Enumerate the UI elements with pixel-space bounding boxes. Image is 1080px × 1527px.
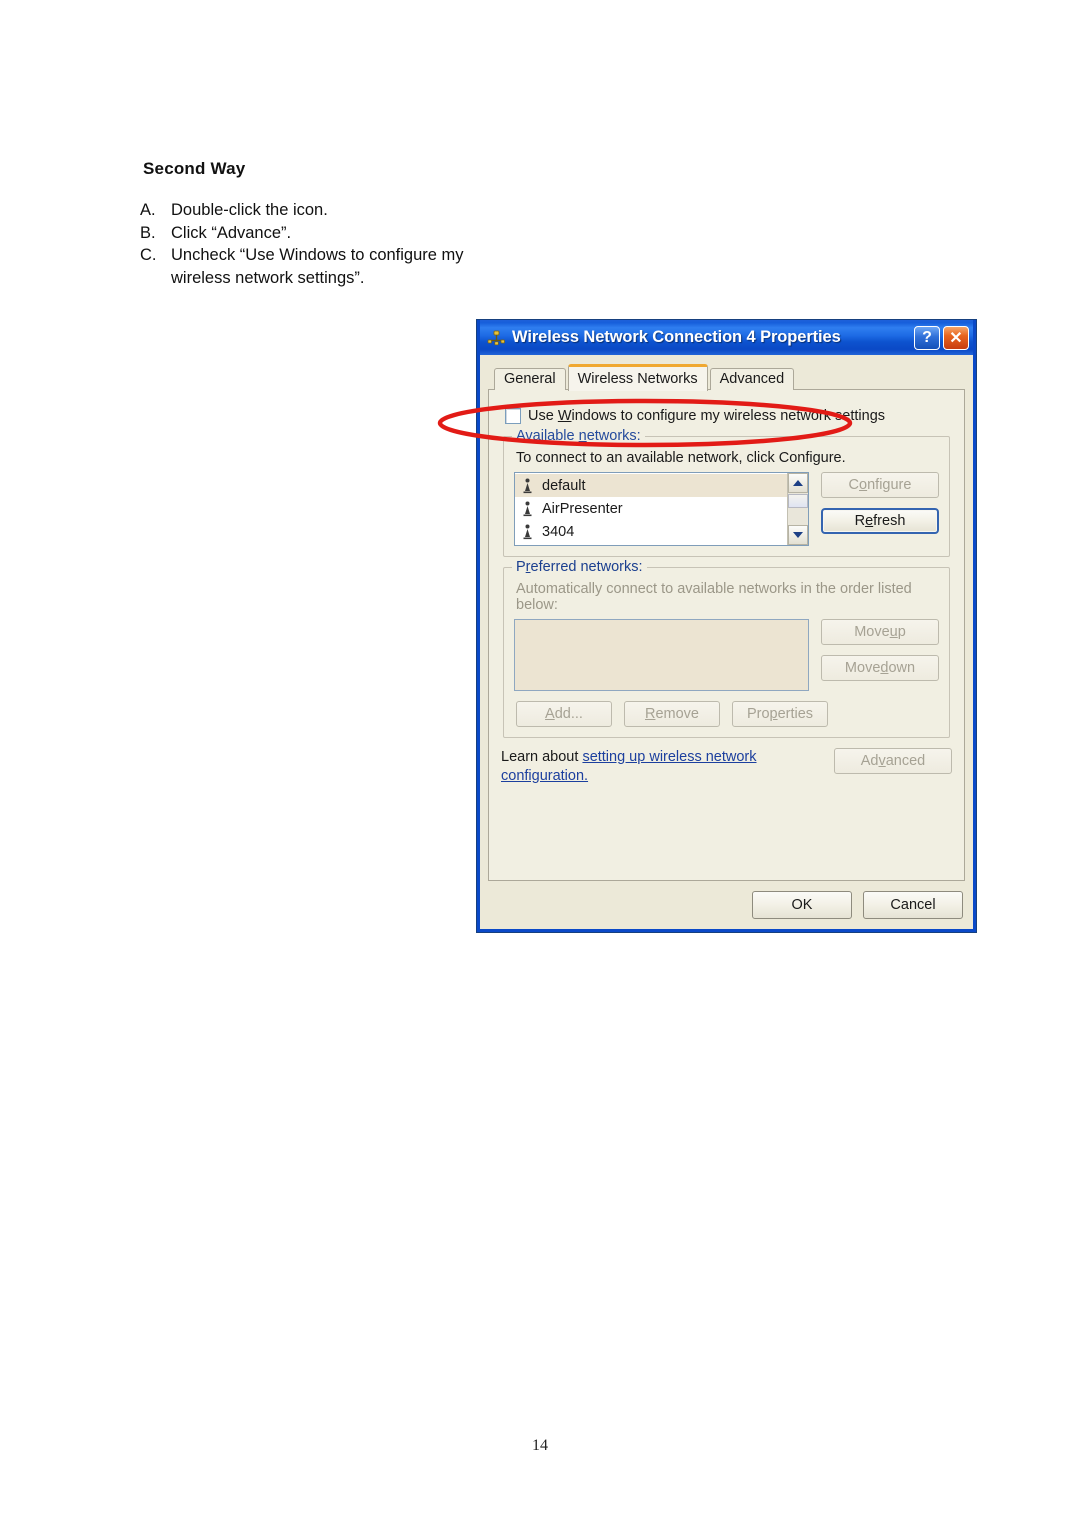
use-windows-checkbox-label: Use Windows to configure my wireless net… <box>528 408 886 424</box>
refresh-button[interactable]: Re fresh <box>821 508 939 534</box>
use-windows-checkbox[interactable] <box>505 408 521 424</box>
dialog-titlebar[interactable]: Wireless Network Connection 4 Properties… <box>480 320 973 355</box>
tab-wireless-networks[interactable]: Wireless Networks <box>567 364 708 391</box>
list-item-label: 3404 <box>542 523 575 540</box>
configure-button[interactable]: Co nfigure <box>821 472 939 498</box>
scrollbar-track[interactable] <box>788 509 808 525</box>
preferred-networks-legend: Preferred networks: <box>512 559 647 575</box>
available-networks-scrollbar[interactable] <box>787 473 808 545</box>
available-networks-listbox[interactable]: default AirPresenter 3404 <box>514 472 809 546</box>
list-item-label: AirPresenter <box>542 500 623 517</box>
instruction-list: A. Double-click the icon. B. Click “Adva… <box>140 199 480 289</box>
move-down-button[interactable]: Move d own <box>821 655 939 681</box>
scroll-up-icon[interactable] <box>788 473 808 493</box>
wireless-network-icon <box>521 524 534 540</box>
list-item-marker: A. <box>140 201 156 219</box>
list-item-marker: C. <box>140 246 157 264</box>
page-title: Second Way <box>143 159 246 178</box>
list-item[interactable]: default <box>515 474 787 497</box>
wireless-network-icon <box>521 478 534 494</box>
list-item[interactable]: 3404 <box>515 520 787 543</box>
page-number: 14 <box>532 1437 548 1454</box>
preferred-networks-action-buttons: Add... Remove Pro p erties <box>514 701 939 727</box>
remove-button[interactable]: Remove <box>624 701 720 727</box>
wireless-network-connection-properties-dialog: Wireless Network Connection 4 Properties… <box>477 320 976 932</box>
tab-general[interactable]: General <box>494 368 566 390</box>
list-item: A. Double-click the icon. <box>140 199 480 222</box>
move-up-button[interactable]: Move up <box>821 619 939 645</box>
scroll-down-icon[interactable] <box>788 525 808 545</box>
dialog-title: Wireless Network Connection 4 Properties <box>512 328 841 346</box>
preferred-networks-row: Move up Move d own <box>514 619 939 691</box>
available-networks-buttons: Co nfigure Re fresh <box>821 472 939 534</box>
learn-about-text: Learn about setting up wireless network … <box>501 749 757 784</box>
list-item-text: Double-click the icon. <box>171 201 328 219</box>
dialog-body: General Wireless Networks Advanced Use W… <box>480 355 973 929</box>
advanced-button-wrap: Ad v anced <box>834 748 952 774</box>
cancel-button[interactable]: Cancel <box>863 891 963 919</box>
network-adapter-icon <box>487 328 506 347</box>
help-icon[interactable]: ? <box>914 325 940 350</box>
wireless-network-icon <box>521 501 534 517</box>
properties-button[interactable]: Pro p erties <box>732 701 828 727</box>
list-item[interactable]: AirPresenter <box>515 497 787 520</box>
available-networks-row: default AirPresenter 3404 C o nfigure R … <box>514 472 939 546</box>
available-networks-legend: Available networks: <box>512 428 645 444</box>
wireless-networks-tab-page: Use Windows to configure my wireless net… <box>488 389 965 881</box>
add-button[interactable]: Add... <box>516 701 612 727</box>
list-item-label: default <box>542 477 586 494</box>
available-networks-hint: To connect to an available network, clic… <box>516 450 846 466</box>
close-icon[interactable]: ✕ <box>943 325 969 350</box>
dialog-footer: OK Cancel <box>752 891 963 919</box>
learn-about-row: Learn about setting up wireless network … <box>501 748 952 786</box>
preferred-networks-move-buttons: Move up Move d own <box>821 619 939 681</box>
advanced-button[interactable]: Ad v anced <box>834 748 952 774</box>
ok-button[interactable]: OK <box>752 891 852 919</box>
list-item-text: Click “Advance”. <box>171 223 292 242</box>
preferred-networks-group: Preferred networks: Automatically connec… <box>503 559 950 738</box>
preferred-networks-listbox[interactable] <box>514 619 809 691</box>
preferred-networks-hint: Automatically connect to available netwo… <box>516 581 912 613</box>
available-networks-group: Available networks: To connect to an ava… <box>503 428 950 557</box>
scrollbar-thumb[interactable] <box>788 494 808 508</box>
list-item-text: Uncheck “Use Windows to configure my wir… <box>171 246 464 287</box>
list-item: C. Uncheck “Use Windows to configure my … <box>140 244 480 289</box>
list-item: B. Click “Advance”. <box>140 222 480 245</box>
list-item-marker: B. <box>140 223 156 242</box>
available-networks-items: default AirPresenter 3404 <box>515 473 787 545</box>
tab-advanced[interactable]: Advanced <box>709 368 795 390</box>
tab-strip: General Wireless Networks Advanced <box>488 363 965 391</box>
use-windows-checkbox-row[interactable]: Use Windows to configure my wireless net… <box>505 408 952 424</box>
